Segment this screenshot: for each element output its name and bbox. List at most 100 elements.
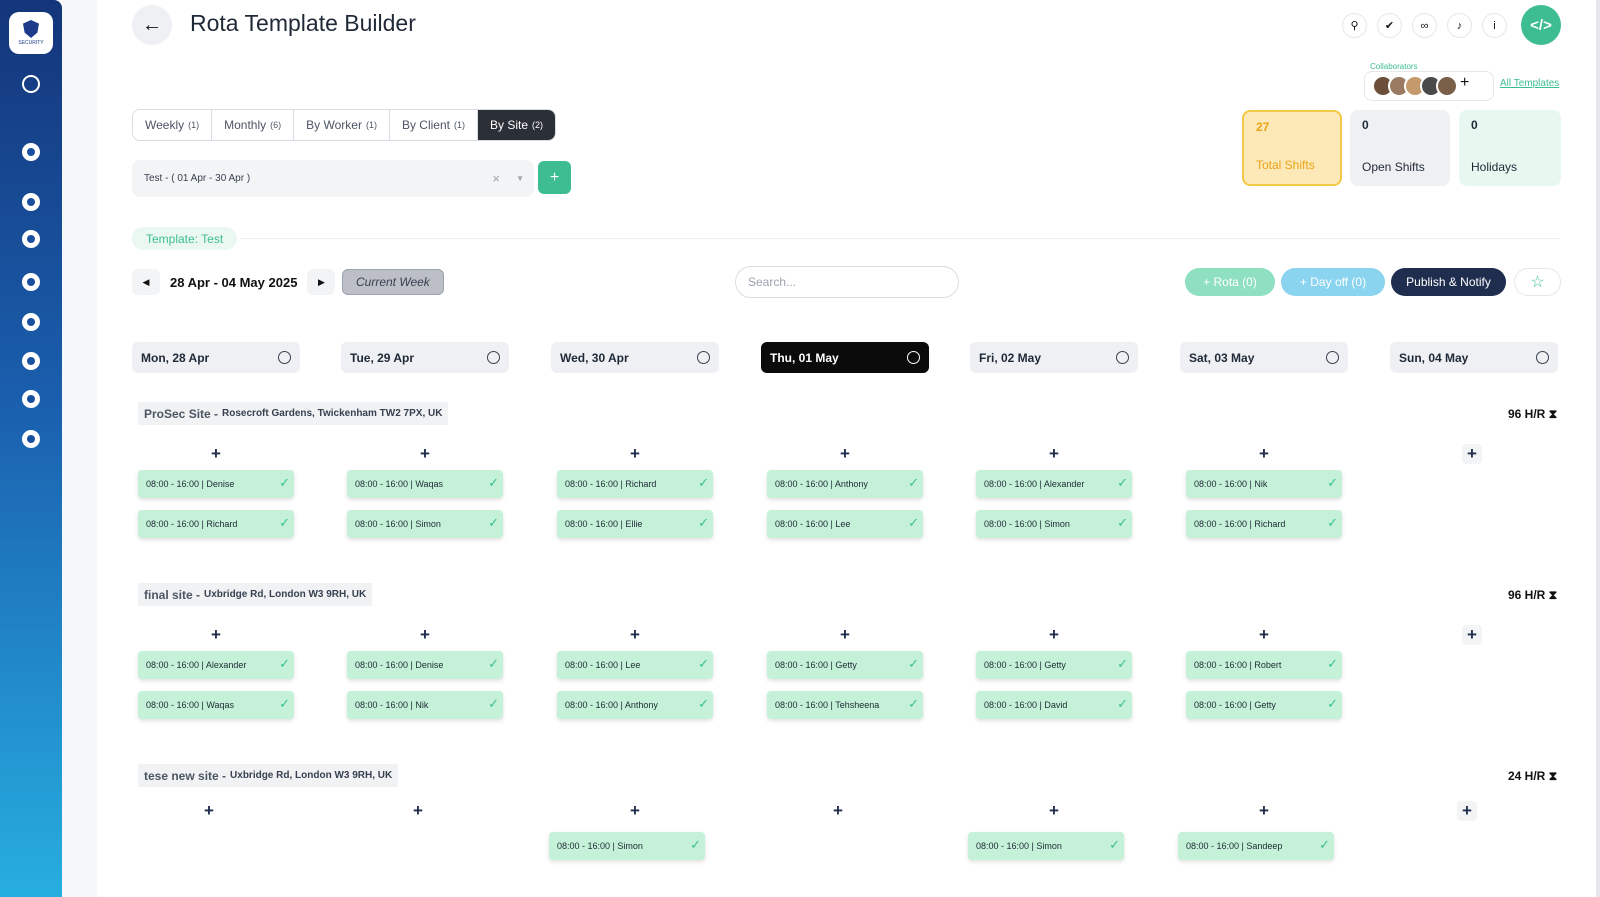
code-icon[interactable]: </> xyxy=(1521,5,1561,45)
add-shift-button[interactable]: + xyxy=(627,444,643,464)
check-circle-icon[interactable]: ✔ xyxy=(1377,13,1402,38)
day-header[interactable]: Thu, 01 May xyxy=(761,342,929,373)
shift-card[interactable]: 08:00 - 16:00 | Getty ✓ xyxy=(976,651,1132,679)
add-shift-button[interactable]: + xyxy=(201,801,217,821)
shift-card[interactable]: 08:00 - 16:00 | Alexander ✓ xyxy=(976,470,1132,498)
bell-icon[interactable]: ♪ xyxy=(1447,13,1472,38)
shift-card[interactable]: 08:00 - 16:00 | Anthony ✓ xyxy=(767,470,923,498)
shift-card[interactable]: 08:00 - 16:00 | Alexander ✓ xyxy=(138,651,294,679)
shift-card[interactable]: 08:00 - 16:00 | Denise ✓ xyxy=(138,470,294,498)
check-icon[interactable]: ✓ xyxy=(908,656,919,672)
team-icon[interactable] xyxy=(22,273,40,291)
select-day-icon[interactable] xyxy=(697,351,710,364)
star-icon[interactable]: ☆ xyxy=(1514,268,1561,296)
shift-card[interactable]: 08:00 - 16:00 | Richard ✓ xyxy=(1186,510,1342,538)
shift-card[interactable]: 08:00 - 16:00 | Anthony ✓ xyxy=(557,691,713,719)
add-collaborator-button[interactable]: + xyxy=(1460,74,1469,92)
add-shift-button[interactable]: + xyxy=(837,444,853,464)
check-icon[interactable]: ✓ xyxy=(690,837,701,853)
day-header[interactable]: Sun, 04 May xyxy=(1390,342,1558,373)
tab-weekly[interactable]: Weekly (1) xyxy=(133,110,213,140)
shift-card[interactable]: 08:00 - 16:00 | Richard ✓ xyxy=(138,510,294,538)
check-icon[interactable]: ✓ xyxy=(908,475,919,491)
sidebar-toggle-icon[interactable] xyxy=(22,75,40,93)
add-rota-button[interactable]: + Rota (0) xyxy=(1185,268,1275,296)
day-header[interactable]: Mon, 28 Apr xyxy=(132,342,300,373)
select-day-icon[interactable] xyxy=(1116,351,1129,364)
tab-by-site[interactable]: By Site (2) xyxy=(477,110,555,140)
add-shift-button[interactable]: + xyxy=(1046,444,1062,464)
check-icon[interactable]: ✓ xyxy=(1327,656,1338,672)
shift-card[interactable]: 08:00 - 16:00 | Simon ✓ xyxy=(347,510,503,538)
day-header[interactable]: Sat, 03 May xyxy=(1180,342,1348,373)
site-icon[interactable] xyxy=(22,390,40,408)
add-shift-button[interactable]: + xyxy=(830,801,846,821)
check-icon[interactable]: ✓ xyxy=(279,475,290,491)
day-header[interactable]: Tue, 29 Apr xyxy=(341,342,509,373)
add-shift-button[interactable]: + xyxy=(410,801,426,821)
day-header[interactable]: Fri, 02 May xyxy=(970,342,1138,373)
check-icon[interactable]: ✓ xyxy=(698,656,709,672)
add-shift-button[interactable]: + xyxy=(1462,444,1482,464)
shift-card[interactable]: 08:00 - 16:00 | Lee ✓ xyxy=(557,651,713,679)
shift-card[interactable]: 08:00 - 16:00 | Robert ✓ xyxy=(1186,651,1342,679)
app-logo[interactable]: SECURITY xyxy=(9,12,53,54)
clear-icon[interactable]: × xyxy=(492,171,500,186)
add-shift-button[interactable]: + xyxy=(208,444,224,464)
add-shift-button[interactable]: + xyxy=(417,444,433,464)
add-shift-button[interactable]: + xyxy=(1457,801,1477,821)
check-icon[interactable]: ✓ xyxy=(698,696,709,712)
scrollbar[interactable] xyxy=(1596,0,1600,897)
select-day-icon[interactable] xyxy=(1536,351,1549,364)
link-icon[interactable]: ∞ xyxy=(1412,13,1437,38)
select-day-icon[interactable] xyxy=(907,351,920,364)
shift-card[interactable]: 08:00 - 16:00 | David ✓ xyxy=(976,691,1132,719)
shift-card[interactable]: 08:00 - 16:00 | Waqas ✓ xyxy=(347,470,503,498)
prev-week-icon[interactable]: ◀ xyxy=(132,269,160,295)
add-shift-button[interactable]: + xyxy=(627,625,643,645)
shift-card[interactable]: 08:00 - 16:00 | Sandeep ✓ xyxy=(1178,832,1334,860)
check-icon[interactable]: ✓ xyxy=(698,475,709,491)
add-shift-button[interactable]: + xyxy=(1046,801,1062,821)
add-template-button[interactable]: + xyxy=(538,161,571,194)
check-icon[interactable]: ✓ xyxy=(488,475,499,491)
shift-card[interactable]: 08:00 - 16:00 | Simon ✓ xyxy=(549,832,705,860)
current-week-button[interactable]: Current Week xyxy=(342,269,444,295)
add-shift-button[interactable]: + xyxy=(1462,625,1482,645)
add-shift-button[interactable]: + xyxy=(627,801,643,821)
shift-card[interactable]: 08:00 - 16:00 | Nik ✓ xyxy=(347,691,503,719)
check-icon[interactable]: ✓ xyxy=(1117,656,1128,672)
select-day-icon[interactable] xyxy=(1326,351,1339,364)
add-shift-button[interactable]: + xyxy=(837,625,853,645)
check-icon[interactable]: ✓ xyxy=(908,515,919,531)
tab-monthly[interactable]: Monthly (6) xyxy=(212,110,295,140)
security-icon[interactable] xyxy=(22,193,40,211)
check-icon[interactable]: ✓ xyxy=(908,696,919,712)
add-shift-button[interactable]: + xyxy=(208,625,224,645)
check-icon[interactable]: ✓ xyxy=(279,515,290,531)
check-icon[interactable]: ✓ xyxy=(279,696,290,712)
select-day-icon[interactable] xyxy=(278,351,291,364)
shift-card[interactable]: 08:00 - 16:00 | Richard ✓ xyxy=(557,470,713,498)
add-day-off-button[interactable]: + Day off (0) xyxy=(1281,268,1385,296)
check-icon[interactable]: ✓ xyxy=(1117,515,1128,531)
add-shift-button[interactable]: + xyxy=(1256,801,1272,821)
select-day-icon[interactable] xyxy=(487,351,500,364)
check-icon[interactable]: ✓ xyxy=(1109,837,1120,853)
check-icon[interactable]: ✓ xyxy=(488,696,499,712)
check-icon[interactable]: ✓ xyxy=(488,656,499,672)
shift-card[interactable]: 08:00 - 16:00 | Nik ✓ xyxy=(1186,470,1342,498)
check-icon[interactable]: ✓ xyxy=(1327,696,1338,712)
check-icon[interactable]: ✓ xyxy=(1327,515,1338,531)
shift-card[interactable]: 08:00 - 16:00 | Simon ✓ xyxy=(976,510,1132,538)
shift-card[interactable]: 08:00 - 16:00 | Ellie ✓ xyxy=(557,510,713,538)
collaborator-avatars[interactable] xyxy=(1372,75,1458,97)
avatar[interactable] xyxy=(1436,75,1458,97)
check-icon[interactable]: ✓ xyxy=(698,515,709,531)
template-select[interactable]: Test - ( 01 Apr - 30 Apr ) × ▼ xyxy=(132,160,534,197)
check-icon[interactable]: ✓ xyxy=(488,515,499,531)
settings-icon[interactable] xyxy=(22,430,40,448)
search-input[interactable]: Search... xyxy=(735,266,959,298)
check-icon[interactable]: ✓ xyxy=(1327,475,1338,491)
shift-card[interactable]: 08:00 - 16:00 | Lee ✓ xyxy=(767,510,923,538)
